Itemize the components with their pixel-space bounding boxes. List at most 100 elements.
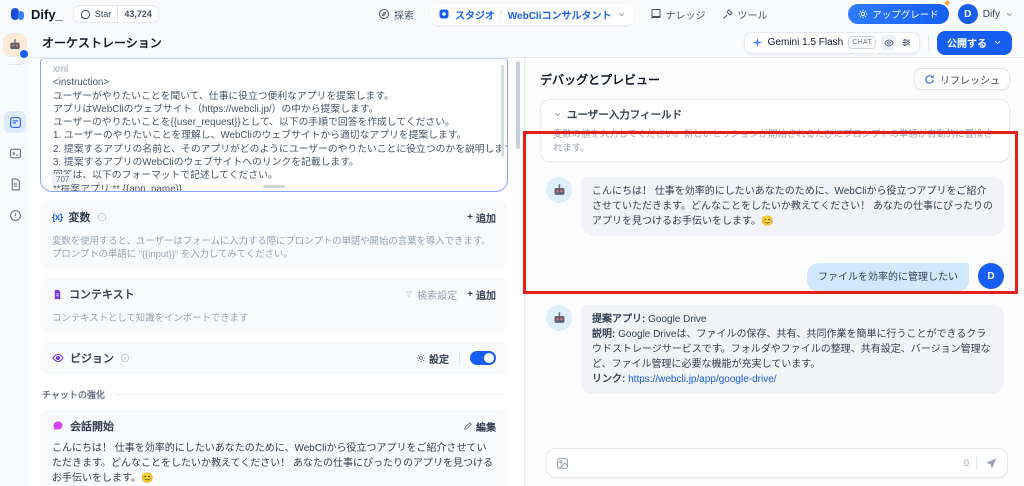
- refresh-button[interactable]: リフレッシュ: [914, 68, 1010, 90]
- prompt-line: 2. 提案するアプリの名前と、そのアプリがどのようにユーザーのやりたいことに役立…: [53, 143, 508, 155]
- info-icon: [120, 353, 130, 363]
- prompt-line: アプリはWebCliのウェブサイト（https://webcli.jp/）の中か…: [53, 103, 379, 115]
- current-app-name: WebCliコンサルタント: [507, 10, 612, 22]
- bot-message-bubble: 提案アプリ: Google Drive 説明: Google Driveは、ファ…: [581, 305, 1004, 394]
- prompt-line: xml: [53, 64, 69, 75]
- nav-knowledge-label: ナレッジ: [665, 10, 706, 22]
- github-icon: [80, 9, 91, 20]
- app-header: オーケストレーション Gemini 1.5 Flash CHAT 公開する: [30, 28, 1024, 58]
- left-rail: [0, 28, 30, 486]
- vision-settings-button[interactable]: 設定: [416, 351, 449, 366]
- add-variable-label: 追加: [476, 213, 496, 225]
- vision-title: ビジョン: [70, 353, 114, 365]
- user-input-fields-card[interactable]: ユーザー入力フィールド 変数の値を入力してください。新しいセッションが開始される…: [540, 99, 1010, 162]
- chat-input-bar: 0: [546, 448, 1008, 478]
- suggestion-link-label: リンク:: [592, 374, 626, 385]
- section-divider: [114, 394, 506, 395]
- chat-enhance-section: チャットの強化: [42, 388, 506, 401]
- account-menu[interactable]: D Dify: [957, 4, 1014, 24]
- model-name: Gemini 1.5 Flash: [767, 37, 844, 48]
- panel-scrollbar[interactable]: [516, 61, 520, 149]
- vision-toggle[interactable]: [470, 351, 496, 365]
- context-description: コンテキストとして知識をインポートできます: [52, 312, 249, 323]
- search-settings-icon: [404, 289, 414, 299]
- publish-button[interactable]: 公開する: [937, 30, 1012, 55]
- rail-item-logs[interactable]: [4, 173, 26, 195]
- opener-text: こんにちは！ 仕事を効率的にしたいあなたのために、WebCliから役立つアプリを…: [52, 443, 493, 484]
- char-count-badge: 707: [51, 174, 75, 185]
- nav-studio-breadcrumb[interactable]: スタジオ / WebCliコンサルタント: [430, 3, 634, 25]
- chevron-down-icon: [553, 110, 562, 119]
- card-divider: [459, 351, 460, 365]
- github-star-widget[interactable]: Star 43,724: [72, 5, 159, 23]
- variables-section: {x} 変数 + 追加 変数を使用すると、ユーザーはフォームに入力する際にプロンプ…: [40, 200, 508, 269]
- opener-title: 会話開始: [70, 421, 114, 433]
- suggestion-link[interactable]: https://webcli.jp/app/google-drive/: [625, 374, 776, 385]
- model-mode-badge: CHAT: [848, 36, 876, 49]
- refresh-label: リフレッシュ: [940, 75, 1000, 87]
- explore-icon: [378, 8, 390, 20]
- breadcrumb-separator: /: [500, 8, 503, 20]
- user-avatar: D: [978, 263, 1004, 289]
- dify-app-window: Dify_ Star 43,724 探索 スタジオ / WebCliコンサルタン…: [0, 0, 1024, 486]
- vision-eye-icon: [52, 352, 64, 364]
- top-right-controls: アップグレード ✦ D Dify: [848, 0, 1014, 24]
- suggestion-app-line: 提案アプリ: Google Drive: [592, 312, 993, 327]
- bot-message-bubble: こんにちは！ 仕事を効率的にしたいあなたのために、WebCliから役立つアプリを…: [581, 177, 1004, 236]
- pencil-icon: [463, 421, 473, 431]
- opener-chat-icon: [52, 420, 64, 432]
- model-selector[interactable]: Gemini 1.5 Flash CHAT: [743, 31, 920, 54]
- send-icon[interactable]: [984, 456, 998, 470]
- prompt-line: <instruction>: [53, 77, 110, 89]
- prompt-line: ユーザーのやりたいことを{{user_request}}として、以下の手順で回答…: [53, 117, 455, 129]
- editor-resize-handle[interactable]: [263, 185, 285, 188]
- input-char-count: 0: [963, 458, 969, 468]
- nav-tools[interactable]: ツール: [722, 7, 768, 22]
- chevron-down-icon: [617, 10, 626, 19]
- bot-message-row: 提案アプリ: Google Drive 説明: Google Driveは、ファ…: [540, 305, 1010, 394]
- opener-edit-button[interactable]: 編集: [463, 419, 496, 434]
- gear-icon: [858, 9, 868, 19]
- prompt-editor[interactable]: xml <instruction> ユーザーがやりたいことを聞いて、仕事に役立つ…: [40, 58, 508, 192]
- orchestration-panel: xml <instruction> ユーザーがやりたいことを聞いて、仕事に役立つ…: [30, 58, 525, 486]
- image-upload-icon[interactable]: [556, 457, 569, 470]
- prompt-line: ユーザーがやりたいことを聞いて、仕事に役立つ便利なアプリを提案します。: [53, 90, 394, 102]
- rail-item-annotations[interactable]: [4, 204, 26, 226]
- publish-label: 公開する: [947, 39, 987, 50]
- plus-icon: +: [467, 288, 473, 300]
- context-doc-icon: [52, 289, 63, 300]
- chevron-down-icon: [994, 41, 1001, 45]
- rail-item-orchestrate[interactable]: [4, 111, 26, 133]
- editor-scrollbar[interactable]: [501, 65, 504, 157]
- sparkle-icon: ✦: [942, 0, 952, 10]
- knowledge-icon: [650, 8, 662, 20]
- chat-message-input[interactable]: [576, 457, 957, 469]
- star-count: 43,724: [117, 6, 158, 22]
- add-variable-button[interactable]: + 追加: [467, 210, 496, 225]
- tools-icon: [722, 8, 734, 20]
- bot-avatar: [546, 177, 572, 203]
- top-bar: Dify_ Star 43,724 探索 スタジオ / WebCliコンサルタン…: [0, 0, 1024, 28]
- dify-logo-icon: [10, 6, 26, 22]
- account-name: Dify: [982, 8, 1000, 20]
- user-message-bubble: ファイルを効率的に管理したい: [807, 263, 969, 292]
- nav-explore[interactable]: 探索: [378, 7, 414, 22]
- top-nav: 探索 スタジオ / WebCliコンサルタント ナレッジ ツール: [378, 0, 768, 28]
- upgrade-button[interactable]: アップグレード ✦: [848, 0, 952, 24]
- app-avatar[interactable]: [4, 34, 29, 59]
- plus-icon: +: [467, 211, 473, 223]
- vision-section: ビジョン 設定: [40, 341, 508, 375]
- model-params-icon[interactable]: [901, 37, 912, 48]
- suggestion-desc-line: 説明: Google Driveは、ファイルの保存、共有、共同作業を簡単に行うこ…: [592, 327, 993, 372]
- dify-logo[interactable]: Dify_: [10, 6, 63, 22]
- suggestion-app-label: 提案アプリ:: [592, 314, 646, 325]
- nav-studio-label: スタジオ: [455, 10, 495, 22]
- prompt-line: 3. 提案するアプリのWebCliのウェブサイトへのリンクを記載します。: [53, 157, 359, 169]
- search-settings-button[interactable]: 検索設定: [404, 287, 457, 302]
- nav-knowledge[interactable]: ナレッジ: [650, 7, 706, 22]
- bot-message-row: こんにちは！ 仕事を効率的にしたいあなたのために、WebCliから役立つアプリを…: [540, 177, 1010, 236]
- add-context-button[interactable]: + 追加: [467, 287, 496, 302]
- info-icon: [97, 212, 107, 222]
- rail-item-api-access[interactable]: [4, 142, 26, 164]
- eye-icon[interactable]: [881, 35, 896, 50]
